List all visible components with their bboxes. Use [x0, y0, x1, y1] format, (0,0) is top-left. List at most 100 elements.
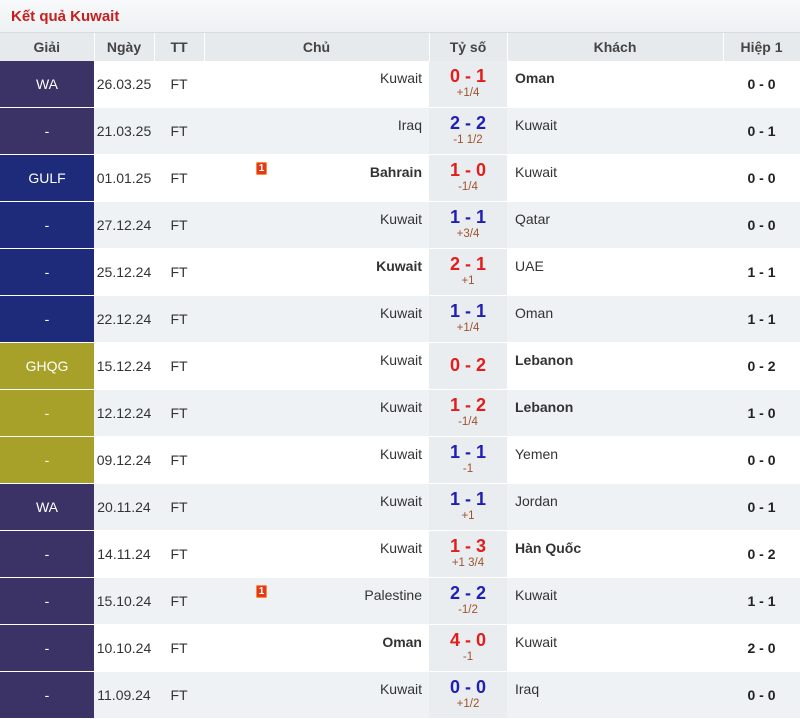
league-badge[interactable]: -: [0, 671, 94, 719]
table-row[interactable]: -15.10.24 FT 1 Palestine 2 - 2 -1/2 Kuwait 1 - …: [0, 577, 800, 625]
score-cell: 1 - 3 +1 3/4: [429, 530, 507, 578]
table-row[interactable]: -10.10.24 FT Oman 4 - 0 -1 Kuwait 2 - 0: [0, 624, 800, 672]
table-row[interactable]: -21.03.25 FT Iraq 2 - 2 -1 1/2 Kuwait 0 - 1: [0, 107, 800, 155]
match-score[interactable]: 2 - 2: [429, 113, 507, 133]
header-half: Hiệp 1: [723, 33, 800, 61]
home-team[interactable]: Kuwait: [380, 681, 422, 697]
away-team[interactable]: Kuwait: [515, 587, 557, 603]
match-score[interactable]: 4 - 0: [429, 630, 507, 650]
table-row[interactable]: -27.12.24 FT Kuwait 1 - 1 +3/4 Qatar 0 - 0: [0, 201, 800, 249]
away-team[interactable]: Qatar: [515, 211, 550, 227]
match-score[interactable]: 2 - 2: [429, 583, 507, 603]
match-score[interactable]: 1 - 1: [429, 301, 507, 321]
league-badge[interactable]: -: [0, 248, 94, 296]
home-team[interactable]: Iraq: [398, 117, 422, 133]
match-status: FT: [154, 530, 204, 578]
match-score[interactable]: 1 - 3: [429, 536, 507, 556]
league-badge[interactable]: WA: [0, 483, 94, 531]
match-status: FT: [154, 342, 204, 390]
half-time-score: 0 - 2: [723, 530, 800, 578]
away-team[interactable]: Yemen: [515, 446, 558, 462]
header-date[interactable]: Ngày: [94, 33, 155, 61]
table-row[interactable]: GULF 01.01.25 FT 1 Bahrain 1 - 0 -1/4 Kuwait 0 -…: [0, 154, 800, 202]
away-team-cell: Oman: [507, 61, 723, 108]
match-date: 14.11.24: [94, 530, 154, 578]
table-row[interactable]: -12.12.24 FT Kuwait 1 - 2 -1/4 Lebanon 1 - 0: [0, 389, 800, 437]
match-date: 20.11.24: [94, 483, 154, 531]
table-row[interactable]: -09.12.24 FT Kuwait 1 - 1 -1 Yemen 0 - 0: [0, 436, 800, 484]
away-team[interactable]: Oman: [515, 305, 553, 321]
match-date: 09.12.24: [94, 436, 154, 484]
league-badge[interactable]: -: [0, 624, 94, 672]
table-row[interactable]: -11.09.24 FT Kuwait 0 - 0 +1/2 Iraq 0 - 0: [0, 671, 800, 719]
table-header-row: Giải Ngày TT Chủ Tỷ số Khách Hiệp 1: [0, 33, 800, 61]
table-row[interactable]: -14.11.24 FT Kuwait 1 - 3 +1 3/4 Hàn Quốc 0 - …: [0, 530, 800, 578]
home-team[interactable]: Kuwait: [376, 258, 422, 274]
table-row[interactable]: WA 26.03.25 FT Kuwait 0 - 1 +1/4 Oman 0 - 0: [0, 61, 800, 108]
match-score[interactable]: 1 - 1: [429, 489, 507, 509]
away-team[interactable]: Oman: [515, 70, 555, 86]
match-date: 11.09.24: [94, 671, 154, 719]
home-team[interactable]: Kuwait: [380, 211, 422, 227]
match-score[interactable]: 1 - 2: [429, 395, 507, 415]
match-score[interactable]: 0 - 1: [429, 66, 507, 86]
home-team[interactable]: Bahrain: [370, 164, 422, 180]
away-team[interactable]: Lebanon: [515, 399, 573, 415]
away-team[interactable]: Kuwait: [515, 117, 557, 133]
table-row[interactable]: GHQG 15.12.24 FT Kuwait 0 - 2 Lebanon 0 - 2: [0, 342, 800, 390]
away-team-cell: Oman: [507, 295, 723, 343]
away-team-cell: Yemen: [507, 436, 723, 484]
home-team[interactable]: Palestine: [364, 587, 422, 603]
match-score[interactable]: 1 - 1: [429, 442, 507, 462]
away-team-cell: UAE: [507, 248, 723, 296]
home-team[interactable]: Kuwait: [380, 446, 422, 462]
home-team[interactable]: Oman: [382, 634, 422, 650]
away-team[interactable]: Jordan: [515, 493, 558, 509]
match-score[interactable]: 2 - 1: [429, 254, 507, 274]
home-team[interactable]: Kuwait: [380, 70, 422, 86]
home-team-cell: 1 Palestine: [204, 577, 429, 625]
home-team[interactable]: Kuwait: [380, 540, 422, 556]
home-team-cell: Oman: [204, 624, 429, 672]
match-score[interactable]: 0 - 0: [429, 677, 507, 697]
match-date: 15.12.24: [94, 342, 154, 390]
table-row[interactable]: -25.12.24 FT Kuwait 2 - 1 +1 UAE 1 - 1: [0, 248, 800, 296]
score-cell: 2 - 1 +1: [429, 248, 507, 296]
league-badge[interactable]: GULF: [0, 154, 94, 202]
league-badge[interactable]: -: [0, 295, 94, 343]
home-team[interactable]: Kuwait: [380, 493, 422, 509]
table-row[interactable]: -22.12.24 FT Kuwait 1 - 1 +1/4 Oman 1 - 1: [0, 295, 800, 343]
half-time-score: 0 - 0: [723, 671, 800, 719]
league-badge[interactable]: -: [0, 389, 94, 437]
league-badge[interactable]: -: [0, 530, 94, 578]
away-team[interactable]: Kuwait: [515, 164, 557, 180]
match-date: 21.03.25: [94, 107, 154, 155]
league-badge[interactable]: WA: [0, 61, 94, 108]
match-score[interactable]: 1 - 1: [429, 207, 507, 227]
home-team-cell: 1 Bahrain: [204, 154, 429, 202]
league-badge[interactable]: -: [0, 107, 94, 155]
match-score[interactable]: 1 - 0: [429, 160, 507, 180]
away-team-cell: Kuwait: [507, 154, 723, 202]
home-team-cell: Kuwait: [204, 201, 429, 249]
score-cell: 0 - 1 +1/4: [429, 61, 507, 108]
header-league[interactable]: Giải: [0, 33, 95, 61]
league-badge[interactable]: GHQG: [0, 342, 94, 390]
league-badge[interactable]: -: [0, 436, 94, 484]
home-team-cell: Kuwait: [204, 295, 429, 343]
away-team[interactable]: Iraq: [515, 681, 539, 697]
home-team[interactable]: Kuwait: [380, 399, 422, 415]
table-row[interactable]: WA 20.11.24 FT Kuwait 1 - 1 +1 Jordan 0 - 1: [0, 483, 800, 531]
away-team[interactable]: Lebanon: [515, 352, 573, 368]
away-team-cell: Kuwait: [507, 107, 723, 155]
away-team[interactable]: Hàn Quốc: [515, 540, 581, 556]
league-badge[interactable]: -: [0, 577, 94, 625]
half-time-score: 1 - 1: [723, 295, 800, 343]
home-team[interactable]: Kuwait: [380, 352, 422, 368]
home-team[interactable]: Kuwait: [380, 305, 422, 321]
league-badge[interactable]: -: [0, 201, 94, 249]
match-score[interactable]: 0 - 2: [429, 355, 507, 375]
away-team[interactable]: UAE: [515, 258, 544, 274]
half-time-score: 0 - 0: [723, 201, 800, 249]
away-team[interactable]: Kuwait: [515, 634, 557, 650]
